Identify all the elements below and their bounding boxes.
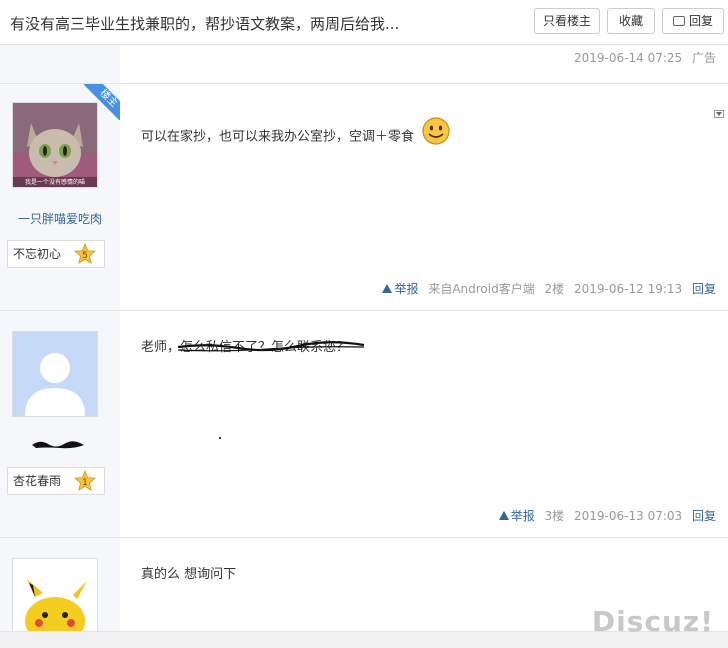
reply-link[interactable]: 回复 — [692, 509, 716, 523]
medal-badge: 不忘初心 5 — [7, 240, 105, 268]
smiley-emoji-icon — [422, 117, 450, 145]
avatar[interactable]: 我是一个没有感情的喵 — [12, 102, 98, 188]
discuz-watermark: Discuz! — [591, 605, 714, 638]
post-text: 可以在家抄，也可以来我办公室抄，空调＋零食 — [141, 129, 415, 145]
ad-sidebar — [0, 45, 120, 83]
post-text: 真的么 想询问下 — [141, 567, 237, 582]
post-meta: 举报 来自Android客户端 2楼 2019-06-12 19:13 回复 — [376, 280, 716, 297]
ad-timestamp: 2019-06-14 07:25 — [574, 51, 683, 65]
username[interactable]: 一只胖喵爱吃肉 — [0, 210, 120, 227]
medal-number: 5 — [82, 251, 88, 261]
reply-button-label: 回复 — [688, 14, 713, 28]
favorite-button[interactable]: 收藏 — [607, 8, 655, 34]
thread-header: 有没有高三毕业生找兼职的，帮抄语文教案，两周后给我... 只看楼主 收藏 回复 — [0, 0, 728, 45]
redacted-username-scribble — [32, 441, 84, 449]
post-content: 可以在家抄，也可以来我办公室抄，空调＋零食 — [141, 117, 451, 152]
post-timestamp: 2019-06-13 07:03 — [574, 509, 683, 523]
stray-dot — [219, 437, 221, 439]
ad-label: 广告 — [691, 51, 716, 65]
cat-avatar-image: 我是一个没有感情的喵 — [13, 103, 97, 187]
comment-icon — [672, 15, 685, 26]
only-op-button[interactable]: 只看楼主 — [534, 8, 600, 34]
avatar-caption: 我是一个没有感情的喵 — [25, 178, 85, 186]
floor-number: 3楼 — [544, 509, 565, 523]
post-content: 真的么 想询问下 — [141, 563, 236, 582]
post-floor-2: 楼主 我是一个没有感情的喵 一只胖喵爱吃肉 不忘初心 5 可以在家抄，也可以来我… — [0, 84, 728, 311]
medal-badge: 杏花春雨 1 — [7, 467, 105, 495]
ad-row: 2019-06-14 07:25 广告 — [0, 45, 728, 84]
floor-number: 2楼 — [544, 282, 565, 296]
post-floor-3: 杏花春雨 1 老师，怎么私信不了？怎么联系您？ 举报 3楼 2019-06-13… — [0, 311, 728, 538]
warning-icon — [498, 511, 509, 520]
handwritten-underline-scribble — [177, 341, 365, 352]
post-source: 来自Android客户端 — [428, 282, 535, 296]
reply-button[interactable]: 回复 — [662, 8, 724, 34]
medal-label: 不忘初心 — [13, 247, 62, 261]
ad-meta: 2019-06-14 07:25 广告 — [574, 49, 716, 66]
star-icon: 5 — [74, 243, 96, 265]
thread-title: 有没有高三毕业生找兼职的，帮抄语文教案，两周后给我... — [10, 15, 400, 33]
report-link[interactable]: 举报 — [382, 282, 418, 296]
star-icon: 1 — [74, 470, 96, 492]
avatar[interactable] — [12, 331, 98, 417]
report-link[interactable]: 举报 — [498, 509, 535, 523]
medal-label: 杏花春雨 — [13, 474, 62, 488]
post-menu-arrow-icon[interactable] — [714, 110, 724, 118]
post-timestamp: 2019-06-12 19:13 — [574, 282, 683, 296]
default-user-avatar-icon — [13, 332, 97, 416]
post-meta: 举报 3楼 2019-06-13 07:03 回复 — [493, 507, 716, 524]
reply-link[interactable]: 回复 — [692, 282, 716, 296]
medal-number: 1 — [82, 478, 88, 488]
warning-icon — [382, 284, 393, 293]
